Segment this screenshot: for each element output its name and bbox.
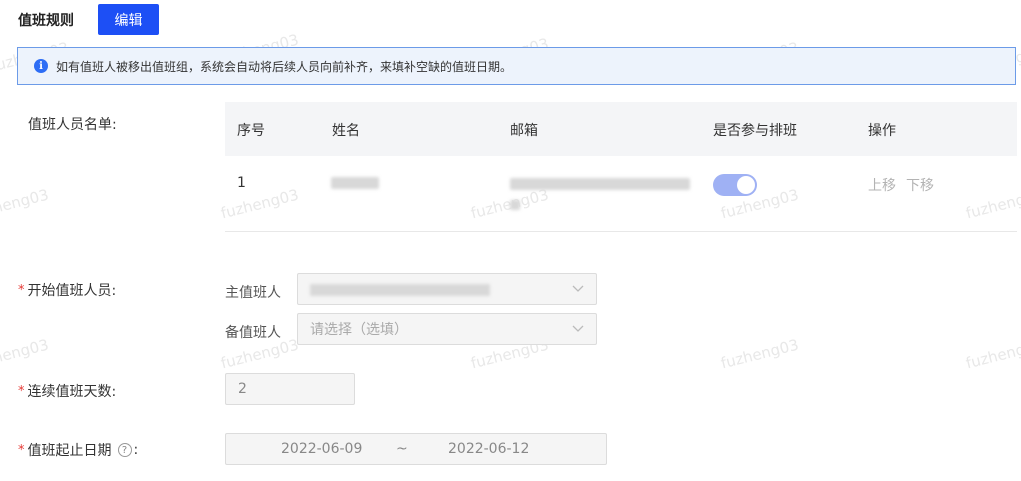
date-range-label: * 值班起止日期 ? : <box>18 440 138 460</box>
chevron-down-icon <box>572 325 584 332</box>
participate-toggle[interactable] <box>713 174 757 196</box>
col-participate: 是否参与排班 <box>713 123 797 139</box>
date-start: 2022-06-09 <box>281 441 363 457</box>
date-range-picker[interactable]: 2022-06-09 ~ 2022-06-12 <box>225 433 607 465</box>
notice-text: 如有值班人被移出值班组，系统会自动将后续人员向前补齐，来填补空缺的值班日期。 <box>56 59 513 74</box>
table-header: 序号 姓名 邮箱 是否参与排班 操作 <box>225 102 1017 156</box>
date-range-label-text: 值班起止日期 <box>27 443 112 459</box>
watermark: fuzheng03 <box>0 185 51 223</box>
date-range-colon: : <box>133 442 139 458</box>
required-mark: * <box>18 282 25 298</box>
edit-button[interactable]: 编辑 <box>98 4 159 35</box>
days-label-text: 连续值班天数: <box>27 384 117 400</box>
days-label: * 连续值班天数: <box>18 381 116 401</box>
primary-label: 主值班人 <box>225 285 281 301</box>
section-title: 值班规则 <box>18 13 74 29</box>
days-input[interactable]: 2 <box>225 373 355 405</box>
section-header: 值班规则 编辑 <box>18 4 159 36</box>
start-person-label: * 开始值班人员: <box>18 280 116 300</box>
roster-label: 值班人员名单: <box>28 117 117 133</box>
redacted-email <box>510 178 690 190</box>
toggle-knob <box>737 176 755 194</box>
start-person-label-text: 开始值班人员: <box>27 283 117 299</box>
roster-table: 序号 姓名 邮箱 是否参与排班 操作 1 上移 下移 <box>225 102 1017 232</box>
col-index: 序号 <box>237 123 265 139</box>
backup-label: 备值班人 <box>225 325 281 341</box>
col-email: 邮箱 <box>510 123 538 139</box>
chevron-down-icon <box>572 285 584 292</box>
backup-placeholder: 请选择（选填） <box>310 322 408 338</box>
redacted-name <box>331 177 379 189</box>
watermark: fuzheng03 <box>719 335 801 373</box>
help-icon[interactable]: ? <box>117 443 132 457</box>
date-separator: ~ <box>396 441 408 457</box>
row-index: 1 <box>237 175 246 191</box>
primary-select[interactable] <box>297 273 597 305</box>
watermark: fuzheng03 <box>964 335 1021 373</box>
info-icon: i <box>34 59 48 73</box>
redacted-primary-value <box>310 284 490 296</box>
redacted-email-line2 <box>510 200 520 210</box>
watermark: fuzheng03 <box>0 335 51 373</box>
table-row: 1 上移 下移 <box>225 156 1017 232</box>
move-up-link[interactable]: 上移 <box>868 175 896 195</box>
col-actions: 操作 <box>868 123 896 139</box>
move-down-link[interactable]: 下移 <box>906 175 934 195</box>
required-mark: * <box>18 383 25 399</box>
required-mark: * <box>18 442 25 458</box>
info-notice: i 如有值班人被移出值班组，系统会自动将后续人员向前补齐，来填补空缺的值班日期。 <box>17 47 1016 85</box>
date-end: 2022-06-12 <box>448 441 530 457</box>
col-name: 姓名 <box>332 123 360 139</box>
backup-select[interactable]: 请选择（选填） <box>297 313 597 345</box>
